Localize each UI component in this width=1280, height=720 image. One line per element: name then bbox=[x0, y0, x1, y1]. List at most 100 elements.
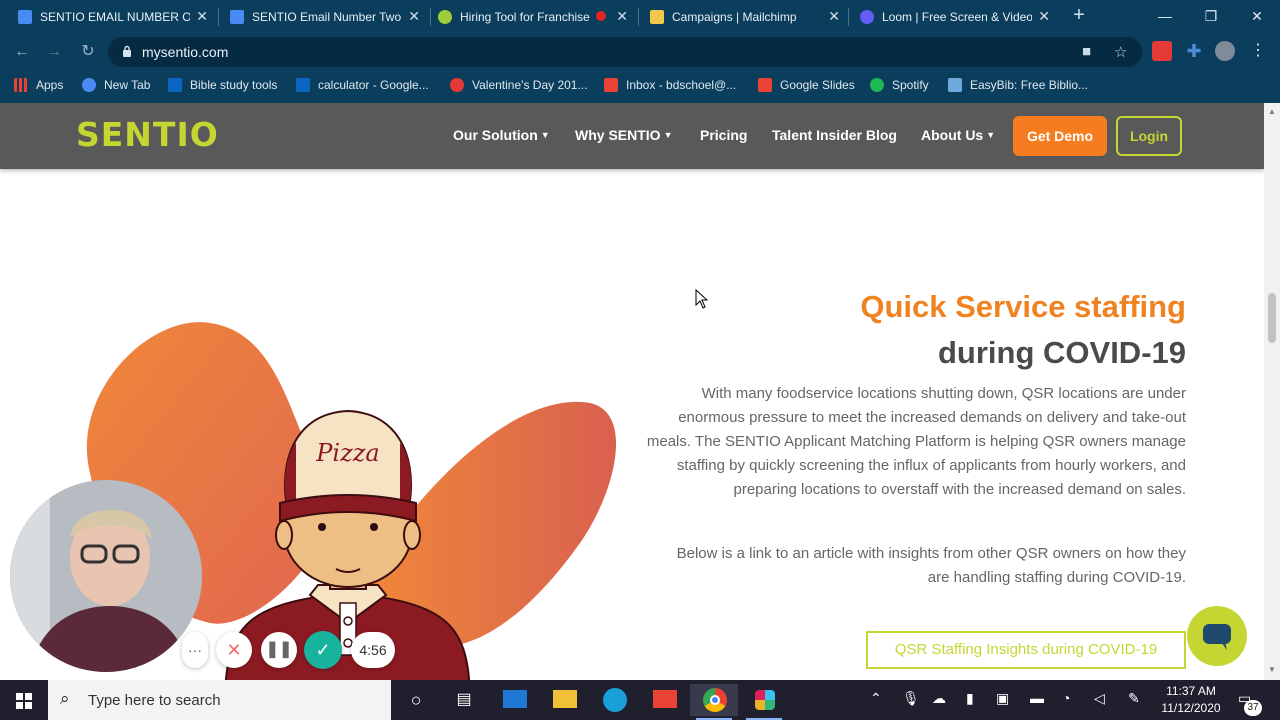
pin-icon bbox=[450, 78, 464, 92]
onedrive-icon[interactable]: ☁ bbox=[932, 690, 946, 707]
browser-tab[interactable]: Loom | Free Screen & Video ✕ bbox=[842, 0, 1060, 33]
caret-down-icon: ▼ bbox=[663, 130, 673, 140]
mouse-cursor-icon bbox=[695, 289, 709, 309]
edge-browser-icon[interactable] bbox=[590, 684, 638, 716]
page-scrollbar[interactable]: ▲ ▼ bbox=[1264, 103, 1280, 680]
bookmark-valentines-day[interactable]: Valentine's Day 201... bbox=[450, 78, 587, 92]
camera-icon[interactable]: ■ bbox=[1082, 43, 1091, 60]
scrollbar-thumb[interactable] bbox=[1268, 293, 1276, 343]
close-tab-icon[interactable]: ✕ bbox=[196, 8, 208, 25]
new-tab-button[interactable]: + bbox=[1068, 4, 1090, 26]
taskbar-clock[interactable]: 11:37 AM 11/12/2020 bbox=[1156, 683, 1226, 717]
extension-icon[interactable] bbox=[1152, 41, 1172, 61]
menu-kebab-icon[interactable]: ⋮ bbox=[1248, 41, 1268, 61]
close-tab-icon[interactable]: ✕ bbox=[408, 8, 420, 25]
site-header: SENTIO Our Solution ▼ Why SENTIO ▼ Pricing… bbox=[0, 103, 1264, 169]
chrome-app-icon[interactable] bbox=[690, 684, 738, 720]
nav-about-us[interactable]: About Us ▼ bbox=[921, 127, 995, 143]
microphone-icon[interactable]: 🎙 bbox=[902, 690, 920, 707]
bookmark-inbox[interactable]: Inbox - bdschoel@... bbox=[604, 78, 736, 92]
browser-tab[interactable]: Campaigns | Mailchimp ✕ bbox=[632, 0, 850, 33]
loom-webcam-bubble[interactable] bbox=[10, 480, 202, 672]
restore-window-button[interactable]: ❐ bbox=[1188, 0, 1234, 33]
mail-app-icon[interactable] bbox=[490, 684, 538, 716]
nav-talent-insider-blog[interactable]: Talent Insider Blog bbox=[772, 127, 897, 143]
linkedin-icon bbox=[168, 78, 182, 92]
recording-indicator-icon bbox=[596, 11, 606, 21]
slack-app-icon[interactable] bbox=[740, 684, 788, 720]
forward-button[interactable]: → bbox=[42, 41, 66, 65]
loom-cancel-button[interactable]: ✕ bbox=[216, 632, 252, 668]
back-button[interactable]: ← bbox=[10, 41, 34, 65]
windows-logo-icon bbox=[16, 693, 32, 709]
close-window-button[interactable]: ✕ bbox=[1234, 0, 1280, 33]
minimize-window-button[interactable]: — bbox=[1142, 0, 1188, 33]
chat-widget-button[interactable] bbox=[1187, 606, 1247, 666]
chat-bubble-icon bbox=[1203, 624, 1231, 650]
url-text: mysentio.com bbox=[142, 44, 229, 60]
puzzle-extensions-icon[interactable]: ✚ bbox=[1184, 41, 1204, 61]
bookmark-easybib[interactable]: EasyBib: Free Biblio... bbox=[948, 78, 1088, 92]
browser-tab[interactable]: SENTIO EMAIL NUMBER ONE ✕ bbox=[0, 0, 218, 33]
loom-timer: 4:56 bbox=[351, 632, 395, 668]
cortana-icon[interactable]: ○ bbox=[392, 684, 440, 716]
reload-button[interactable]: ↻ bbox=[76, 41, 100, 65]
close-tab-icon[interactable]: ✕ bbox=[828, 8, 840, 25]
volume-icon[interactable]: ◁ bbox=[1094, 690, 1105, 707]
spotify-icon bbox=[870, 78, 884, 92]
scroll-up-arrow-icon[interactable]: ▲ bbox=[1268, 107, 1276, 116]
article-link-paragraph: Below is a link to an article with insig… bbox=[676, 545, 1186, 586]
page-heading-line-1: Quick Service staffing bbox=[860, 289, 1186, 324]
bookmark-new-tab[interactable]: New Tab bbox=[82, 78, 150, 92]
globe-icon bbox=[82, 78, 96, 92]
nav-our-solution[interactable]: Our Solution ▼ bbox=[453, 127, 550, 143]
scroll-down-arrow-icon[interactable]: ▼ bbox=[1268, 665, 1276, 674]
loom-pause-button[interactable]: ❚❚ bbox=[261, 632, 297, 668]
gmail-icon bbox=[758, 78, 772, 92]
browser-tab-strip: SENTIO EMAIL NUMBER ONE ✕ SENTIO Email N… bbox=[0, 0, 1280, 33]
browser-toolbar: ← → ↻ mysentio.com ■ ☆ ✚ ⋮ bbox=[0, 33, 1280, 71]
apps-grid-icon bbox=[14, 78, 28, 92]
webcam-video-frame bbox=[10, 480, 202, 672]
bookmark-google-slides[interactable]: Google Slides bbox=[758, 78, 855, 92]
address-bar[interactable]: mysentio.com ■ ☆ bbox=[108, 37, 1142, 67]
qsr-staffing-insights-button[interactable]: QSR Staffing Insights during COVID-19 bbox=[866, 631, 1186, 669]
search-placeholder: Type here to search bbox=[88, 692, 221, 709]
google-docs-icon bbox=[230, 9, 244, 24]
windows-start-button[interactable] bbox=[0, 680, 48, 720]
linkedin-icon bbox=[296, 78, 310, 92]
battery-icon[interactable]: ▬ bbox=[1030, 690, 1044, 706]
mailchimp-icon bbox=[650, 9, 664, 24]
bookmark-apps[interactable]: Apps bbox=[14, 78, 63, 92]
bookmark-bible-study-tools[interactable]: Bible study tools bbox=[168, 78, 277, 92]
nav-pricing[interactable]: Pricing bbox=[700, 127, 747, 143]
browser-tab[interactable]: SENTIO Email Number Two ✕ bbox=[212, 0, 430, 33]
bookmark-star-icon[interactable]: ☆ bbox=[1114, 43, 1127, 61]
browser-tab[interactable]: Hiring Tool for Franchise ✕ bbox=[420, 0, 638, 33]
close-tab-icon[interactable]: ✕ bbox=[616, 8, 628, 25]
sentio-logo[interactable]: SENTIO bbox=[76, 115, 219, 154]
show-hidden-icons-icon[interactable]: ⌃ bbox=[870, 690, 882, 707]
caret-down-icon: ▼ bbox=[986, 130, 996, 140]
loom-finish-button[interactable]: ✓ bbox=[304, 631, 342, 669]
gmail-app-icon[interactable] bbox=[640, 684, 688, 716]
profile-avatar[interactable] bbox=[1215, 41, 1235, 61]
display-icon[interactable]: ▣ bbox=[996, 690, 1009, 707]
usb-device-icon[interactable]: ▮ bbox=[966, 690, 974, 707]
bookmark-calculator[interactable]: calculator - Google... bbox=[296, 78, 429, 92]
close-tab-icon[interactable]: ✕ bbox=[1038, 8, 1050, 25]
bookmarks-bar: Apps New Tab Bible study tools calculato… bbox=[0, 71, 1280, 103]
get-demo-button[interactable]: Get Demo bbox=[1013, 116, 1107, 156]
search-icon: ⌕ bbox=[60, 689, 70, 708]
bookmark-spotify[interactable]: Spotify bbox=[870, 78, 929, 92]
pen-icon[interactable]: ✎ bbox=[1128, 690, 1140, 707]
notification-count-badge: 37 bbox=[1244, 700, 1262, 716]
loom-more-button[interactable]: ··· bbox=[182, 632, 208, 668]
file-explorer-icon[interactable] bbox=[540, 684, 588, 716]
nav-why-sentio[interactable]: Why SENTIO ▼ bbox=[575, 127, 672, 143]
wifi-icon[interactable]: ◔ bbox=[1062, 690, 1070, 706]
task-view-icon[interactable]: ▤ bbox=[440, 684, 488, 716]
taskbar-search-box[interactable]: ⌕ Type here to search bbox=[48, 680, 391, 720]
hat-label-text: Pizza bbox=[315, 439, 379, 467]
login-button[interactable]: Login bbox=[1116, 116, 1182, 156]
